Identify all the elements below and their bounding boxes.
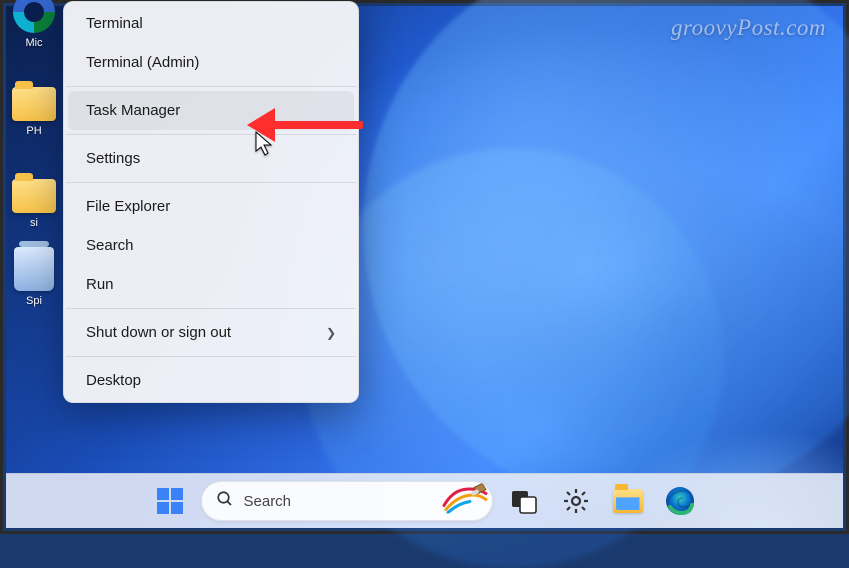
menu-item-search[interactable]: Search [68,226,354,265]
search-icon [216,490,234,513]
desktop-icon-label: si [30,217,38,229]
desktop-icon-label: Spi [26,295,42,307]
file-explorer-button[interactable] [607,480,649,522]
menu-item-desktop[interactable]: Desktop [68,361,354,400]
gear-icon [562,487,590,515]
taskbar: Search [6,473,843,528]
menu-item-label: Task Manager [86,102,180,119]
folder-icon [12,87,56,121]
edge-icon [13,0,55,33]
chevron-right-icon: ❯ [326,326,336,340]
menu-item-run[interactable]: Run [68,265,354,304]
menu-item-label: Terminal (Admin) [86,54,199,71]
menu-separator [66,182,356,183]
windows-logo-icon [156,487,184,515]
edge-icon [664,485,696,517]
menu-item-task-manager[interactable]: Task Manager [68,91,354,130]
edge-browser-button[interactable] [659,480,701,522]
taskbar-search-box[interactable]: Search [201,481,493,521]
desktop-icon-folder[interactable]: PH [9,87,59,137]
menu-item-terminal[interactable]: Terminal [68,4,354,43]
menu-item-shutdown[interactable]: Shut down or sign out ❯ [68,313,354,352]
menu-item-file-explorer[interactable]: File Explorer [68,187,354,226]
menu-separator [66,308,356,309]
task-view-icon [511,488,537,514]
desktop-icon-recycle-bin[interactable]: Spi [9,247,59,307]
desktop-icon-edge[interactable]: Mic [9,0,59,49]
menu-item-label: Desktop [86,372,141,389]
watermark-text: groovyPost.com [671,15,826,41]
menu-item-label: Search [86,237,134,254]
menu-separator [66,356,356,357]
menu-separator [66,134,356,135]
menu-item-terminal-admin[interactable]: Terminal (Admin) [68,43,354,82]
start-button[interactable] [149,480,191,522]
desktop-icons-column: Mic PH si Spi [9,3,59,307]
desktop-icon-label: Mic [25,37,42,49]
winx-context-menu: Terminal Terminal (Admin) Task Manager S… [63,1,359,403]
menu-item-settings[interactable]: Settings [68,139,354,178]
folder-icon [613,489,643,513]
settings-button[interactable] [555,480,597,522]
menu-item-label: Run [86,276,114,293]
task-view-button[interactable] [503,480,545,522]
recycle-bin-icon [14,247,54,291]
desktop-icon-label: PH [26,125,41,137]
desktop-icon-folder[interactable]: si [9,179,59,229]
folder-icon [12,179,56,213]
menu-separator [66,86,356,87]
menu-item-label: File Explorer [86,198,170,215]
menu-item-label: Terminal [86,15,143,32]
menu-item-label: Shut down or sign out [86,324,231,341]
search-highlight-paint-icon [442,484,488,519]
menu-item-label: Settings [86,150,140,167]
